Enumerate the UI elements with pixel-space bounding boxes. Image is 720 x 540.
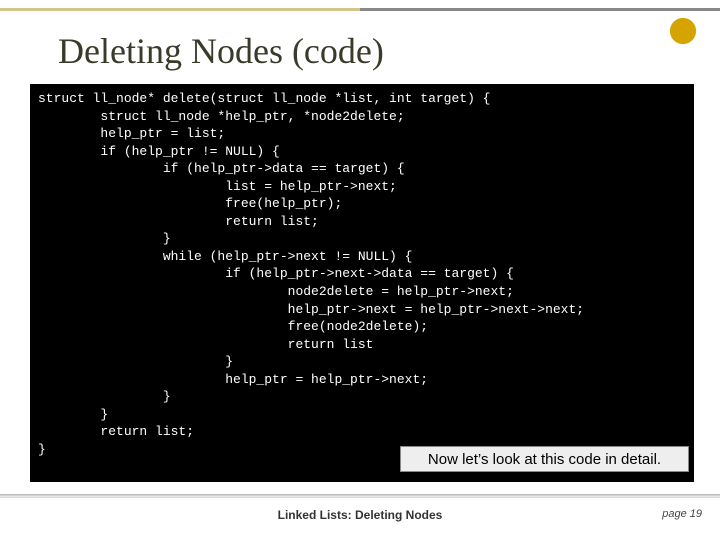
accent-bar-right	[360, 8, 720, 11]
logo-icon	[668, 16, 698, 46]
slide: Deleting Nodes (code) struct ll_node* de…	[0, 0, 720, 540]
callout-text: Now let’s look at this code in detail.	[428, 451, 661, 468]
footer-title: Linked Lists: Deleting Nodes	[0, 508, 720, 522]
code-block: struct ll_node* delete(struct ll_node *l…	[30, 84, 694, 482]
footer-divider	[0, 494, 720, 498]
accent-bar-left	[0, 8, 360, 11]
top-accent-bar	[0, 8, 720, 11]
slide-title: Deleting Nodes (code)	[58, 30, 384, 72]
page-number: page 19	[662, 508, 702, 520]
callout-box: Now let’s look at this code in detail.	[400, 446, 689, 472]
